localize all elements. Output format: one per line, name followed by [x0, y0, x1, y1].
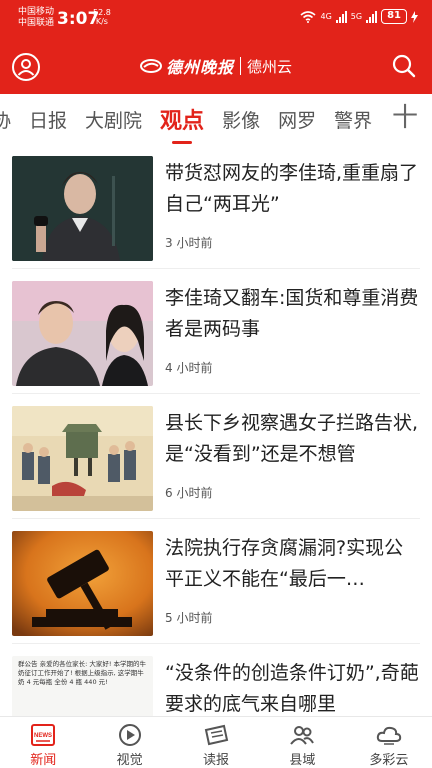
nav-label: 视觉: [116, 753, 143, 768]
nav-colorful-cloud[interactable]: 多彩云: [346, 717, 432, 768]
speed-value: 52.8: [93, 8, 111, 17]
nav-read-paper[interactable]: 读报: [173, 717, 259, 768]
charging-icon: [411, 10, 418, 23]
signal-icon-1: [335, 10, 347, 23]
news-title: 县长下乡视察遇女子拦路告状,是“没看到”还是不想管: [165, 412, 419, 465]
signal-icon-2: [366, 10, 378, 23]
network-1-label: 4G: [320, 12, 332, 21]
logo-main-text: 德州晚报: [166, 58, 235, 77]
news-time: 5 小时前: [165, 611, 213, 625]
news-item[interactable]: 群公告 亲爱的各位家长: 大家好! 本学期的牛奶征订工作开始了! 根据上级指示,…: [0, 644, 432, 716]
news-thumbnail-image: [12, 156, 153, 261]
network-2-label: 5G: [350, 12, 363, 21]
news-time: 4 小时前: [165, 361, 213, 375]
nav-news[interactable]: NEWS 新闻: [0, 717, 86, 768]
news-title: “没条件的创造条件订奶”,奇葩要求的底气来自哪里: [165, 662, 419, 715]
news-title: 带货怼网友的李佳琦,重重扇了自己“两耳光”: [165, 162, 419, 215]
search-icon: [392, 54, 416, 78]
nav-label: 读报: [203, 753, 230, 768]
news-icon: NEWS: [31, 724, 56, 746]
news-icon-text: NEWS: [34, 733, 52, 739]
tabs-fade: [368, 94, 388, 144]
user-profile-button[interactable]: [12, 53, 40, 81]
carrier-2: 中国联通: [18, 18, 55, 28]
news-item[interactable]: 县长下乡视察遇女子拦路告状,是“没看到”还是不想管 6 小时前: [0, 394, 432, 519]
carrier-1: 中国移动: [18, 7, 55, 17]
status-bar: 中国移动 中国联通 3:07 52.8 K/s 4G 5G 81: [0, 0, 432, 36]
add-channel-button[interactable]: 十: [387, 104, 418, 132]
nav-label: 县域: [289, 753, 316, 768]
nav-visual[interactable]: 视觉: [86, 717, 172, 768]
network-speed: 52.8 K/s: [93, 8, 111, 26]
play-icon: [118, 724, 141, 746]
nav-label: 新闻: [30, 753, 57, 768]
news-thumbnail: [12, 406, 153, 511]
bottom-navigation: NEWS 新闻 视觉 读报 县域 多彩云: [0, 716, 432, 768]
thumbnail-note-text: 群公告 亲爱的各位家长: 大家好! 本学期的牛奶征订工作开始了! 根据上级指示,…: [18, 660, 146, 686]
logo-sub-text: 德州云: [247, 57, 293, 76]
nav-label: 多彩云: [369, 753, 409, 768]
tab-ribao[interactable]: 日报: [29, 106, 67, 133]
news-thumbnail: [12, 281, 153, 386]
status-icons: 4G 5G 81: [300, 9, 418, 24]
nav-county[interactable]: 县域: [259, 717, 345, 768]
carrier-info: 中国移动 中国联通: [18, 7, 54, 29]
news-thumbnail: [12, 156, 153, 261]
news-thumbnail: 群公告 亲爱的各位家长: 大家好! 本学期的牛奶征订工作开始了! 根据上级指示,…: [12, 656, 153, 716]
cloud-icon: [376, 726, 401, 745]
speed-unit: K/s: [95, 17, 108, 26]
channel-tab-strip: 协 日报 大剧院 观点 影像 网罗 警界: [0, 94, 390, 144]
newspaper-icon: [204, 724, 229, 746]
app-header: 中国移动 中国联通 3:07 52.8 K/s 4G 5G 81 德州晚报 德州…: [0, 0, 432, 94]
news-thumbnail-image: [12, 281, 153, 386]
news-item[interactable]: 法院执行存贪腐漏洞?实现公平正义不能在“最后一… 5 小时前: [0, 519, 432, 644]
people-icon: [290, 726, 315, 745]
battery-indicator: 81: [381, 9, 407, 24]
channel-tabs: 协 日报 大剧院 观点 影像 网罗 警界 十: [0, 94, 432, 144]
news-item[interactable]: 李佳琦又翻车:国货和尊重消费者是两码事 4 小时前: [0, 269, 432, 394]
news-thumbnail-image: [12, 531, 153, 636]
user-icon: [17, 59, 35, 76]
tab-xie[interactable]: 协: [0, 106, 11, 133]
news-thumbnail: [12, 531, 153, 636]
news-time: 3 小时前: [165, 236, 213, 250]
logo-mark-icon: [140, 59, 162, 73]
tab-guandian[interactable]: 观点: [160, 103, 204, 144]
tab-jingjie[interactable]: 警界: [334, 106, 372, 133]
app-logo: 德州晚报 德州云: [140, 54, 292, 78]
news-item[interactable]: 带货怼网友的李佳琦,重重扇了自己“两耳光” 3 小时前: [0, 144, 432, 269]
news-title: 李佳琦又翻车:国货和尊重消费者是两码事: [165, 287, 419, 340]
tab-wangluo[interactable]: 网罗: [278, 106, 316, 133]
search-button[interactable]: [390, 52, 418, 80]
news-thumbnail-image: [12, 406, 153, 511]
news-list: 带货怼网友的李佳琦,重重扇了自己“两耳光” 3 小时前 李佳琦又翻车:国货和尊重…: [0, 144, 432, 716]
wifi-icon: [300, 10, 317, 23]
logo-separator: [240, 57, 242, 75]
news-title: 法院执行存贪腐漏洞?实现公平正义不能在“最后一…: [165, 537, 404, 590]
tab-dajuyuan[interactable]: 大剧院: [85, 106, 142, 133]
tab-yingxiang[interactable]: 影像: [222, 106, 260, 133]
news-time: 6 小时前: [165, 486, 213, 500]
top-bar: 德州晚报 德州云: [0, 44, 432, 90]
